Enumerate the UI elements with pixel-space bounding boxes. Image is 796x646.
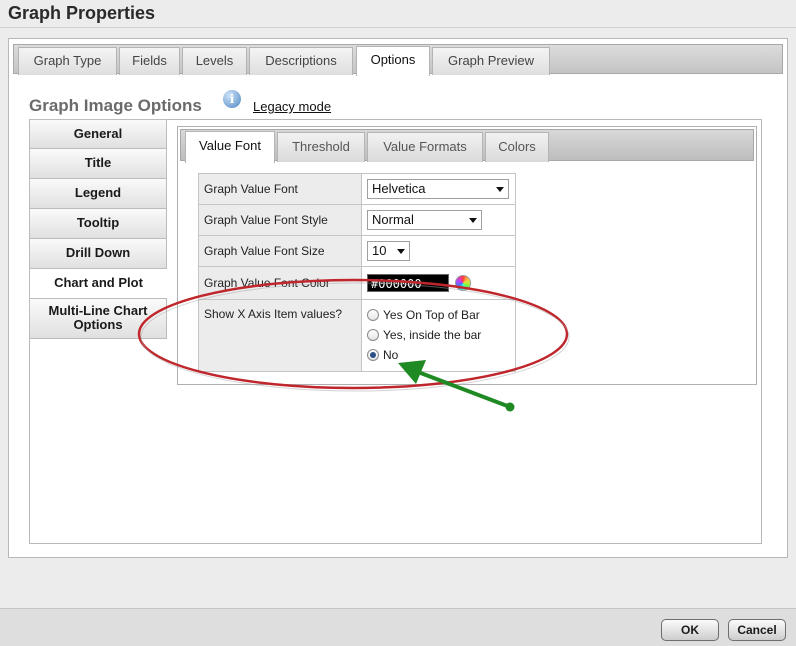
cancel-button[interactable]: Cancel [728,619,786,641]
nav-item-general[interactable]: General [29,119,167,149]
tab-threshold[interactable]: Threshold [277,132,365,162]
window-title: Graph Properties [8,3,156,23]
chevron-down-icon [397,249,405,254]
left-nav: General Title Legend Tooltip Drill Down … [29,119,167,339]
color-picker-icon[interactable] [455,275,471,291]
info-icon[interactable]: i [223,90,241,108]
tab-levels[interactable]: Levels [182,47,247,75]
nav-item-multi-line-chart-options[interactable]: Multi-Line Chart Options [29,299,167,339]
bottom-button-bar: OK Cancel [0,608,796,646]
inner-panel: Value Font Threshold Value Formats Color… [177,126,757,385]
font-color-label: Graph Value Font Color [198,266,362,300]
main-panel: Graph Type Fields Levels Descriptions Op… [8,38,788,558]
tab-graph-preview[interactable]: Graph Preview [432,47,550,75]
font-size-select-value: 10 [372,243,387,258]
nav-item-drill-down[interactable]: Drill Down [29,239,167,269]
font-style-select-value: Normal [372,212,414,227]
form-row-show-x-axis: Show X Axis Item values? Yes On Top of B… [198,299,516,372]
top-tab-bar: Graph Type Fields Levels Descriptions Op… [13,44,783,76]
value-font-form: Graph Value Font Helvetica Graph Value F… [198,173,516,372]
inner-tab-bar: Value Font Threshold Value Formats Color… [180,129,754,163]
chevron-down-icon [469,218,477,223]
radio-button-selected[interactable] [367,348,379,361]
font-color-input[interactable]: #000000 [367,274,449,292]
nav-item-legend[interactable]: Legend [29,179,167,209]
tab-value-font[interactable]: Value Font [185,131,275,163]
show-x-axis-label: Show X Axis Item values? [198,299,362,372]
radio-option-inside-bar[interactable]: Yes, inside the bar [367,325,510,345]
font-size-select[interactable]: 10 [367,241,410,261]
title-bar: Graph Properties [0,0,796,28]
tab-graph-type[interactable]: Graph Type [18,47,117,75]
radio-button[interactable] [367,308,379,321]
nav-item-title[interactable]: Title [29,149,167,179]
nav-item-tooltip[interactable]: Tooltip [29,209,167,239]
radio-option-label: Yes On Top of Bar [383,308,480,322]
form-row-font: Graph Value Font Helvetica [198,173,516,205]
radio-option-top-of-bar[interactable]: Yes On Top of Bar [367,305,510,325]
font-style-label: Graph Value Font Style [198,204,362,236]
font-style-select[interactable]: Normal [367,210,482,230]
radio-option-label: No [383,348,399,362]
form-row-style: Graph Value Font Style Normal [198,204,516,236]
chevron-down-icon [496,187,504,192]
radio-option-label: Yes, inside the bar [383,328,482,342]
nav-item-chart-and-plot[interactable]: Chart and Plot [29,269,167,299]
font-select[interactable]: Helvetica [367,179,509,199]
ok-button[interactable]: OK [661,619,719,641]
tab-fields[interactable]: Fields [119,47,180,75]
tab-descriptions[interactable]: Descriptions [249,47,353,75]
tab-colors[interactable]: Colors [485,132,549,162]
radio-option-no[interactable]: No [367,345,510,365]
font-label: Graph Value Font [198,173,362,205]
tab-options[interactable]: Options [356,46,430,76]
form-row-color: Graph Value Font Color #000000 [198,266,516,300]
section-title: Graph Image Options [29,96,202,115]
tab-value-formats[interactable]: Value Formats [367,132,483,162]
font-select-value: Helvetica [372,181,426,196]
legacy-mode-link[interactable]: Legacy mode [253,99,331,114]
radio-button[interactable] [367,328,379,341]
form-row-size: Graph Value Font Size 10 [198,235,516,267]
font-size-label: Graph Value Font Size [198,235,362,267]
